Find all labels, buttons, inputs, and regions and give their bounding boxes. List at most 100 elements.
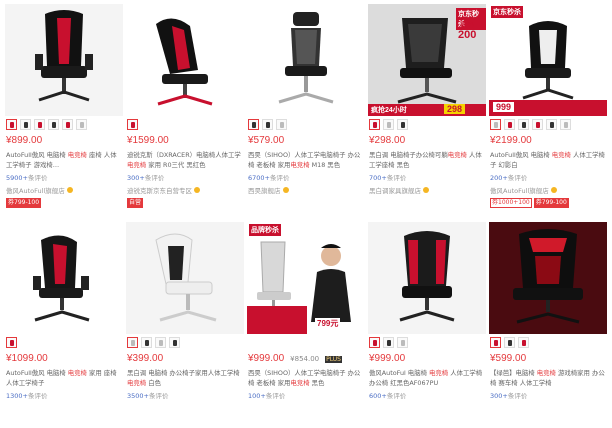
color-thumb[interactable] [490,119,501,130]
product-image[interactable] [368,222,486,334]
color-thumb[interactable] [20,119,31,130]
shop-name[interactable]: 傲风AutoFull旗舰店 [6,185,124,195]
product-card[interactable]: ¥579.00 西昊（SIHOO）人体工学电脑椅子 办公椅 老板椅 家用电竞椅 … [246,4,366,210]
coupon-tag: 券799-100 [533,198,569,208]
review-count: 6700+条评价 [248,174,290,182]
product-image[interactable] [126,222,244,334]
product-image[interactable]: 京东秒杀 999 [489,4,607,116]
product-card[interactable]: 品牌秒杀 799元 ¥999.00 ¥854.00 PLUS 西昊（SIHOO）… [246,222,366,428]
shop-name[interactable]: 傲风AutoFull旗舰店 [490,185,608,195]
color-thumb[interactable] [262,119,273,130]
review-count-link[interactable]: 600+ [369,392,387,400]
review-count-link[interactable]: 700+ [369,174,387,182]
coupon-tag: 券1000+100 [490,198,532,208]
product-title[interactable]: 迪锐克斯（DXRACER）电脑椅人体工学电竞椅 家用 R0三代 黑红色 [127,150,243,170]
color-thumb[interactable] [560,119,571,130]
shop-icon [194,187,200,193]
product-card[interactable]: ¥399.00 黑白调 电脑椅 办公椅子家用人体工学椅 电竞椅 白色 3500+… [125,222,245,428]
review-count-link[interactable]: 300+ [127,174,145,182]
gaming-chair-image [155,233,217,322]
product-image[interactable] [5,4,123,116]
product-title[interactable]: 黑白调 电脑椅子办公椅可躺电竞椅 人体工学座椅 黑色 [369,150,485,170]
color-thumb[interactable] [532,119,543,130]
color-thumb[interactable] [6,119,17,130]
color-thumb[interactable] [490,337,501,348]
color-thumb[interactable] [248,119,259,130]
color-thumb[interactable] [127,337,138,348]
shop-icon [282,187,289,193]
product-title[interactable]: AutoFull傲风 电脑椅 电竞椅 家用 座椅人体工学椅子 [6,368,122,388]
shop-name[interactable]: 西昊旗舰店 [248,185,366,195]
color-thumb[interactable] [504,119,515,130]
price: ¥1599.00 [127,135,169,146]
self-operated-tag: 自营 [127,198,144,208]
color-thumb[interactable] [383,119,394,130]
product-title[interactable]: 【绿芭】电脑椅 电竞椅 游戏椅家用 办公椅 赛车椅 人体工学椅 [490,368,606,388]
review-count-link[interactable]: 6700+ [248,174,270,182]
review-count-link[interactable]: 5900+ [6,174,28,182]
color-thumb[interactable] [34,119,45,130]
color-thumb[interactable] [397,337,408,348]
color-thumb[interactable] [127,119,138,130]
price: ¥899.00 [6,135,43,146]
sale-price-badge: 999 [493,102,515,112]
review-count: 5900+条评价 [6,174,48,182]
product-card[interactable]: ¥1099.00 AutoFull傲风 电脑椅 电竞椅 家用 座椅人体工学椅子 … [4,222,124,428]
product-card[interactable]: ¥599.00 【绿芭】电脑椅 电竞椅 游戏椅家用 办公椅 赛车椅 人体工学椅 … [488,222,608,428]
review-count-link[interactable]: 300+ [490,392,508,400]
color-thumb[interactable] [504,337,515,348]
product-card[interactable]: ¥899.00 AutoFull傲风 电脑椅 电竞椅 座椅 人体工学椅子 游戏椅… [4,4,124,210]
review-count-link[interactable]: 200+ [490,174,508,182]
gaming-chair-image [399,231,455,322]
color-thumb[interactable] [62,119,73,130]
product-card[interactable]: ¥1599.00 迪锐克斯（DXRACER）电脑椅人体工学电竞椅 家用 R0三代… [125,4,245,210]
review-count: 1300+条评价 [6,392,48,400]
review-count-link[interactable]: 100+ [248,392,266,400]
product-image[interactable] [489,222,607,334]
color-thumb[interactable] [369,337,380,348]
office-chair-image [278,12,334,104]
color-thumb[interactable] [76,119,87,130]
color-thumb[interactable] [397,119,408,130]
product-title[interactable]: 西昊（SIHOO）人体工学电脑椅子 办公椅 老板椅 家用电竞椅 M18 黑色 [248,150,364,170]
product-image[interactable]: 品牌秒杀 799元 [247,222,365,334]
product-card[interactable]: 京东秒杀 直降 200 疯抢24小时 298 ¥298.00 黑白调 电脑椅子办… [367,4,487,210]
color-thumb[interactable] [518,119,529,130]
color-thumb[interactable] [369,119,380,130]
shop-name[interactable]: 黑白调家具旗舰店 [369,185,487,195]
price: ¥1099.00 [6,353,48,364]
color-thumb[interactable] [276,119,287,130]
color-thumb[interactable] [518,337,529,348]
color-thumb[interactable] [383,337,394,348]
product-title[interactable]: AutoFull傲风 电脑椅 电竞椅 座椅 人体工学椅子 游戏椅… [6,150,122,170]
review-count: 3500+条评价 [127,392,169,400]
product-card[interactable]: 京东秒杀 999 ¥2199.00 AutoFull傲风 电脑椅 电竞椅 人体工… [488,4,608,210]
product-image[interactable] [126,4,244,116]
product-image[interactable] [5,222,123,334]
product-title[interactable]: 傲风AutoFul 电脑椅 电竞椅 人体工学椅 办公椅 红黑色AF067PU [369,368,485,388]
discount-amount: 200 [458,29,477,41]
product-title[interactable]: 西昊（SIHOO）人体工学电脑椅子 办公椅 老板椅 家用电竞椅 黑色 [248,368,364,388]
product-title[interactable]: 黑白调 电脑椅 办公椅子家用人体工学椅 电竞椅 白色 [127,368,243,388]
shop-icon [550,187,557,193]
color-thumb[interactable] [155,337,166,348]
review-count-link[interactable]: 3500+ [127,392,149,400]
product-image[interactable] [247,4,365,116]
product-card[interactable]: ¥999.00 傲风AutoFul 电脑椅 电竞椅 人体工学椅 办公椅 红黑色A… [367,222,487,428]
color-thumb[interactable] [141,337,152,348]
plus-price: ¥854.00 [290,355,320,363]
product-title[interactable]: AutoFull傲风 电脑椅 电竞椅 人体工学椅子 幻影白 [490,150,606,170]
color-thumb[interactable] [48,119,59,130]
review-count-link[interactable]: 1300+ [6,392,28,400]
shop-name[interactable]: 迪锐克斯京东自营专区 [127,185,245,195]
gaming-chair-image [489,21,607,116]
color-thumb[interactable] [546,119,557,130]
office-chair-with-person-image [247,241,351,334]
product-image[interactable]: 京东秒杀 直降 200 疯抢24小时 298 [368,4,486,116]
price: ¥579.00 [248,135,285,146]
color-thumb[interactable] [6,337,17,348]
sale-price-badge: 298 [444,104,466,114]
review-count: 600+条评价 [369,392,407,400]
sale-price-badge: 799元 [315,318,341,329]
color-thumb[interactable] [169,337,180,348]
